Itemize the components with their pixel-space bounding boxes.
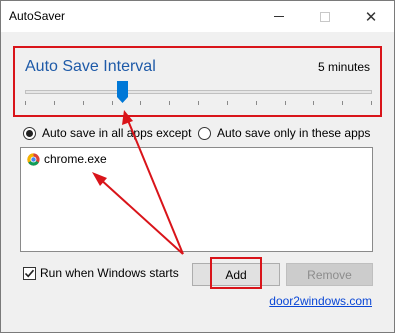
interval-title: Auto Save Interval xyxy=(25,58,156,75)
slider-tick xyxy=(54,101,55,105)
startup-label: Run when Windows starts xyxy=(40,266,179,280)
title-bar[interactable]: AutoSaver ✕ xyxy=(1,1,394,32)
slider-tick xyxy=(256,101,257,105)
slider-tick xyxy=(313,101,314,105)
remove-button[interactable]: Remove xyxy=(286,263,373,286)
interval-panel: Auto Save Interval 5 minutes xyxy=(13,46,382,117)
checkmark-icon xyxy=(24,269,35,277)
interval-slider-track[interactable] xyxy=(25,90,372,94)
maximize-icon xyxy=(320,11,330,22)
slider-tick xyxy=(285,101,286,105)
slider-tick xyxy=(342,101,343,105)
autosaver-window: AutoSaver ✕ Auto Save Interval 5 minutes… xyxy=(0,0,395,333)
add-button-highlight xyxy=(210,257,262,289)
minimize-button[interactable] xyxy=(256,1,302,32)
run-at-startup[interactable]: Run when Windows starts xyxy=(23,266,179,280)
slider-tick xyxy=(198,101,199,105)
window-title: AutoSaver xyxy=(9,9,66,23)
minimize-icon xyxy=(274,16,284,17)
slider-tick xyxy=(25,101,26,105)
slider-tick xyxy=(112,101,113,105)
close-button[interactable]: ✕ xyxy=(348,1,394,32)
slider-tick xyxy=(169,101,170,105)
slider-tick xyxy=(83,101,84,105)
radio-label: Auto save in all apps except xyxy=(42,126,192,140)
list-item-label: chrome.exe xyxy=(44,152,107,166)
interval-value: 5 minutes xyxy=(317,60,370,74)
list-item[interactable]: chrome.exe xyxy=(27,152,107,166)
radio-label: Auto save only in these apps xyxy=(217,126,371,140)
app-list[interactable]: chrome.exe xyxy=(20,147,373,252)
remove-button-label: Remove xyxy=(307,267,352,282)
slider-tick xyxy=(140,101,141,105)
interval-slider-thumb[interactable] xyxy=(117,81,128,103)
slider-ticks xyxy=(25,101,372,106)
slider-tick xyxy=(371,101,372,105)
startup-checkbox[interactable] xyxy=(23,266,36,280)
slider-tick xyxy=(227,101,228,105)
chrome-icon xyxy=(27,152,40,166)
close-icon: ✕ xyxy=(364,8,378,26)
radio-button[interactable] xyxy=(23,126,36,140)
maximize-button xyxy=(302,1,348,32)
radio-only-these-apps[interactable]: Auto save only in these apps xyxy=(198,125,370,141)
radio-all-apps-except[interactable]: Auto save in all apps except xyxy=(23,125,191,141)
website-link[interactable]: door2windows.com xyxy=(269,294,372,308)
radio-button[interactable] xyxy=(198,126,211,140)
